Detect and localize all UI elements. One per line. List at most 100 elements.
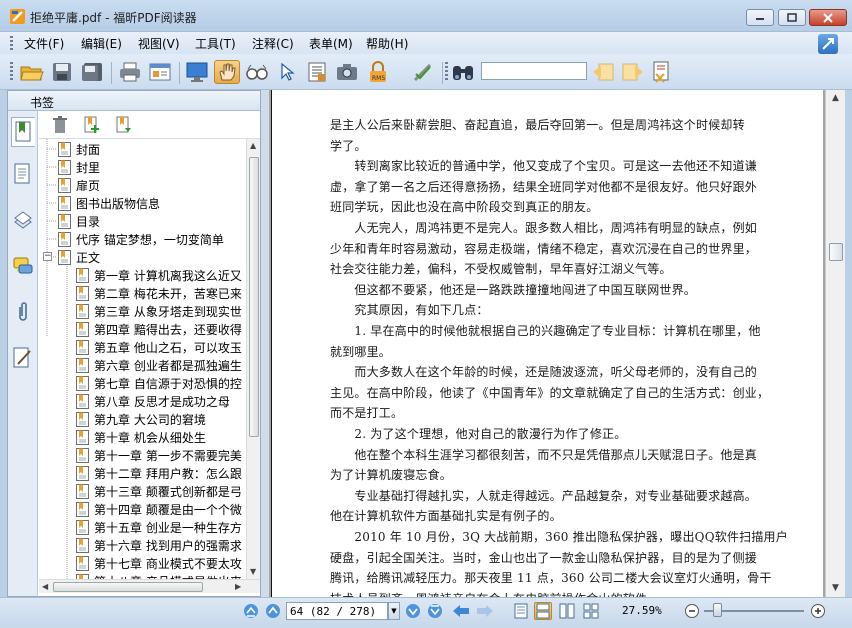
document-vscrollbar[interactable]: ▲ ▼ <box>825 90 845 597</box>
go-back-icon[interactable] <box>452 602 470 620</box>
print-icon[interactable] <box>117 60 143 84</box>
search-input[interactable] <box>481 62 587 80</box>
menu-forms[interactable]: 表单(M) <box>309 35 353 52</box>
menu-help[interactable]: 帮助(H) <box>366 35 408 52</box>
page-number-field[interactable] <box>286 602 388 620</box>
bookmark-child-item[interactable]: 第十八章 产品模式是做出来 <box>76 572 242 579</box>
menu-tools[interactable]: 工具(T) <box>195 35 236 52</box>
layers-tab-icon[interactable] <box>11 205 35 235</box>
panel-tab-strip <box>8 111 38 596</box>
close-button[interactable] <box>809 9 847 26</box>
bookmark-vscroll-thumb[interactable] <box>249 157 259 437</box>
bookmark-item[interactable]: 目录 <box>58 212 100 230</box>
bookmark-child-item[interactable]: 第六章 创业者都是孤独遍生 <box>76 356 242 374</box>
delete-bookmark-icon[interactable] <box>49 114 71 136</box>
loupe-icon[interactable] <box>244 60 270 84</box>
menu-comments[interactable]: 注释(C) <box>252 35 294 52</box>
secure-rms-icon[interactable]: RMS <box>366 60 392 84</box>
text-select-icon[interactable] <box>304 60 330 84</box>
page-list-dropdown[interactable]: ▼ <box>388 602 400 620</box>
bookmark-child-item[interactable]: 第四章 黯得出去，还要收得 <box>76 320 242 338</box>
zoom-in-icon[interactable] <box>809 602 827 620</box>
continuous-page-icon[interactable] <box>534 602 552 620</box>
bookmark-child-item[interactable]: 第一章 计算机离我这么近又 <box>76 266 242 284</box>
maximize-button[interactable] <box>778 9 806 26</box>
bookmark-child-item[interactable]: 第十二章 拜用户教：怎么跟 <box>76 464 242 482</box>
minimize-button[interactable] <box>746 9 774 26</box>
bookmark-item[interactable]: 图书出版物信息 <box>58 194 160 212</box>
restore-view-icon[interactable] <box>818 34 838 54</box>
bookmarks-tab-icon[interactable] <box>11 117 35 147</box>
find-prev-icon[interactable] <box>590 60 616 84</box>
bookmark-item[interactable]: 正文 <box>58 248 100 266</box>
sign-icon[interactable] <box>410 60 436 84</box>
bookmark-child-item[interactable]: 第三章 从象牙塔走到现实世 <box>76 302 242 320</box>
bookmark-vscrollbar[interactable]: ▲ ▼ <box>246 139 260 579</box>
toolbar-grip[interactable] <box>445 62 448 82</box>
find-next-icon[interactable] <box>620 60 646 84</box>
next-page-icon[interactable] <box>404 602 422 620</box>
first-page-icon[interactable] <box>242 602 260 620</box>
document-vscroll-thumb[interactable] <box>829 243 843 261</box>
document-view[interactable]: 是主人公后来卧薪尝胆、奋起直追，最后夺回第一。但是周鸿祎这个时候却转 学了。 转到… <box>269 90 825 597</box>
search-options-icon[interactable] <box>650 60 676 84</box>
bookmark-child-item[interactable]: 第十六章 找到用户的强需求 <box>76 536 242 554</box>
fullscreen-icon[interactable] <box>184 60 210 84</box>
collapse-toggle[interactable]: − <box>43 252 52 261</box>
bookmark-child-item[interactable]: 第七章 自信源于对恐惧的控 <box>76 374 242 392</box>
bookmark-item[interactable]: 代序 锚定梦想，一切变简单 <box>58 230 224 248</box>
bookmark-child-item[interactable]: 第十七章 商业模式不要太攻 <box>76 554 242 572</box>
last-page-icon[interactable] <box>426 602 444 620</box>
bookmark-child-item[interactable]: 第十三章 颠覆式创新都是弓 <box>76 482 242 500</box>
bookmark-item[interactable]: 封里 <box>58 158 100 176</box>
add-child-bookmark-icon[interactable] <box>113 114 135 136</box>
bookmark-child-item[interactable]: 第五章 他山之石，可以攻玉 <box>76 338 242 356</box>
bookmark-child-item[interactable]: 第九章 大公司的窘境 <box>76 410 206 428</box>
attachments-tab-icon[interactable] <box>11 297 35 327</box>
bookmark-child-item[interactable]: 第十五章 创业是一种生存方 <box>76 518 242 536</box>
scroll-left-arrow[interactable]: ◀ <box>42 582 48 591</box>
bookmark-page-icon <box>76 519 89 535</box>
comments-tab-icon[interactable] <box>11 251 35 281</box>
toolbar-grip[interactable] <box>10 62 13 82</box>
bookmark-child-item[interactable]: 第十章 机会从细处生 <box>76 428 206 446</box>
bookmark-hscrollbar[interactable]: ◀ ▶ <box>39 579 260 593</box>
save-as-icon[interactable] <box>79 60 105 84</box>
find-binoculars-icon[interactable] <box>450 60 476 84</box>
scroll-right-arrow[interactable]: ▶ <box>235 582 241 591</box>
previous-page-icon[interactable] <box>264 602 282 620</box>
bookmark-child-item[interactable]: 第八章 反思才是成功之母 <box>76 392 230 410</box>
save-icon[interactable] <box>49 60 75 84</box>
add-bookmark-icon[interactable] <box>81 114 103 136</box>
snapshot-icon[interactable] <box>334 60 360 84</box>
properties-icon[interactable] <box>147 60 173 84</box>
scroll-up-arrow[interactable]: ▲ <box>250 141 256 150</box>
signatures-tab-icon[interactable] <box>11 343 35 373</box>
continuous-facing-icon[interactable] <box>582 602 600 620</box>
doc-scroll-down-arrow[interactable]: ▼ <box>832 583 839 593</box>
pages-tab-icon[interactable] <box>11 159 35 189</box>
open-folder-icon[interactable] <box>19 60 45 84</box>
menu-edit[interactable]: 编辑(E) <box>81 35 122 52</box>
bookmark-child-item[interactable]: 第十四章 颠覆是由一个个微 <box>76 500 242 518</box>
doc-scroll-up-arrow[interactable]: ▲ <box>832 93 839 103</box>
select-arrow-icon[interactable] <box>274 60 300 84</box>
single-page-icon[interactable] <box>512 602 530 620</box>
bookmark-item[interactable]: 扉页 <box>58 176 100 194</box>
menubar-grip[interactable] <box>10 36 13 50</box>
go-forward-icon[interactable] <box>476 602 494 620</box>
bookmark-child-item[interactable]: 第十一章 第一步不需要完美 <box>76 446 242 464</box>
panel-splitter[interactable] <box>261 90 269 597</box>
scroll-down-arrow[interactable]: ▼ <box>250 567 256 576</box>
bookmark-hscroll-thumb[interactable] <box>53 582 203 592</box>
hand-tool-icon[interactable] <box>214 60 240 84</box>
status-bar: ▼ 27.59% <box>0 597 852 628</box>
zoom-out-icon[interactable] <box>683 602 701 620</box>
menu-view[interactable]: 视图(V) <box>138 35 180 52</box>
facing-pages-icon[interactable] <box>558 602 576 620</box>
zoom-slider-thumb[interactable] <box>713 603 722 617</box>
bookmark-item[interactable]: 封面 <box>58 140 100 158</box>
bookmark-child-item[interactable]: 第二章 梅花未开，苦寒已来 <box>76 284 242 302</box>
menu-file[interactable]: 文件(F) <box>24 35 64 52</box>
panel-header: 书签 <box>8 91 260 111</box>
